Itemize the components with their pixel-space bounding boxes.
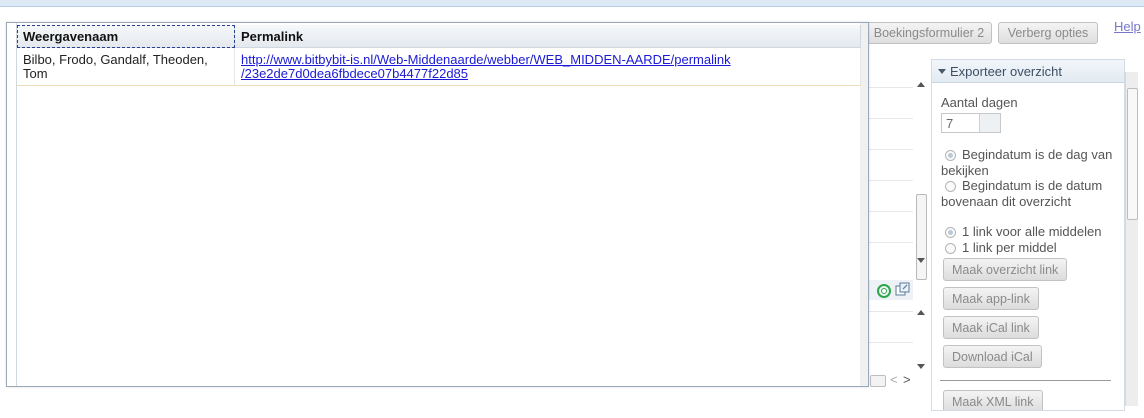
horizontal-scroll-thumb[interactable] [870, 375, 886, 387]
link-alle-radio[interactable] [945, 227, 956, 238]
collapse-arrow-icon[interactable] [938, 68, 946, 74]
refresh-icon[interactable] [877, 284, 891, 298]
scroll-left-icon[interactable]: < [890, 372, 898, 387]
begindatum-datum-radio[interactable] [945, 181, 956, 192]
list-scrollbar-thumb[interactable] [916, 194, 927, 280]
begindatum-dag-label-cont: bekijken [941, 163, 989, 178]
bg-row-divider [869, 180, 913, 181]
permalink-text[interactable]: http://www.bitbybit-is.nl/Web-Middenaard… [241, 52, 731, 67]
aantal-dagen-label: Aantal dagen [941, 95, 1018, 110]
permalink-cell: http://www.bitbybit-is.nl/Web-Middenaard… [234, 47, 861, 86]
link-per-label: 1 link per middel [962, 240, 1057, 255]
aantal-dagen-spinner[interactable]: 7 [941, 113, 1001, 133]
boekingsformulier-button[interactable]: Boekingsformulier 2 [866, 22, 992, 44]
export-panel-title: Exporteer overzicht [950, 63, 1062, 79]
top-bar [0, 0, 1144, 7]
permalink-dialog: Weergavenaam Permalink Bilbo, Frodo, Gan… [6, 22, 869, 387]
maak-ical-link-button[interactable]: Maak iCal link [943, 316, 1039, 339]
maak-xml-link-button[interactable]: Maak XML link [943, 390, 1043, 410]
aantal-dagen-value[interactable]: 7 [946, 116, 953, 131]
bg-row-divider [869, 242, 913, 243]
help-link[interactable]: Help [1114, 19, 1141, 34]
weergavenaam-cell: Bilbo, Frodo, Gandalf, Theoden, Tom [17, 47, 235, 86]
begindatum-datum-label-cont: bovenaan dit overzicht [941, 194, 1072, 209]
bg-row-divider [869, 311, 913, 312]
dialog-scrollbar[interactable] [860, 23, 868, 386]
maak-overzicht-link-button[interactable]: Maak overzicht link [943, 258, 1068, 281]
link-alle-label: 1 link voor alle middelen [962, 224, 1102, 239]
bg-row-divider [869, 211, 913, 212]
weergavenaam-text: Bilbo, Frodo, Gandalf, Theoden, [23, 52, 208, 67]
list-scrollbar[interactable] [914, 80, 928, 372]
bg-row-divider [869, 342, 913, 343]
options-scrollbar-thumb[interactable] [1127, 88, 1138, 220]
begindatum-dag-radio[interactable] [945, 150, 956, 161]
scroll-right-icon[interactable]: > [903, 372, 911, 387]
popout-icon[interactable] [895, 282, 910, 297]
link-per-radio[interactable] [945, 243, 956, 254]
bg-row-divider [869, 149, 913, 150]
permalink-table: Weergavenaam Permalink Bilbo, Frodo, Gan… [17, 25, 861, 86]
spinner-arrows-icon[interactable] [979, 114, 1000, 132]
permalink-link[interactable]: http://www.bitbybit-is.nl/Web-Middenaard… [241, 52, 731, 81]
download-ical-button[interactable]: Download iCal [943, 345, 1042, 368]
bg-row-divider [869, 118, 913, 119]
verberg-opties-button[interactable]: Verberg opties [998, 22, 1098, 44]
maak-app-link-button[interactable]: Maak app-link [943, 287, 1039, 310]
permalink-text-cont[interactable]: /23e2de7d0dea6fbdece07b4477f22d85 [241, 66, 468, 81]
begindatum-dag-label: Begindatum is de dag van [962, 147, 1113, 162]
weergavenaam-text-cont: Tom [23, 66, 48, 81]
export-options-panel: Exporteer overzicht Aantal dagen 7 Begin… [931, 59, 1125, 411]
export-panel-header[interactable]: Exporteer overzicht [932, 60, 1124, 83]
panel-separator [940, 380, 1111, 381]
options-panel-scrollbar[interactable] [1125, 72, 1138, 406]
bg-row-divider [869, 87, 913, 88]
column-header-permalink[interactable]: Permalink [234, 25, 861, 48]
column-header-weergavenaam[interactable]: Weergavenaam [17, 25, 235, 48]
table-row[interactable]: Bilbo, Frodo, Gandalf, Theoden, Tom http… [17, 47, 861, 86]
begindatum-datum-label: Begindatum is de datum [962, 178, 1103, 193]
